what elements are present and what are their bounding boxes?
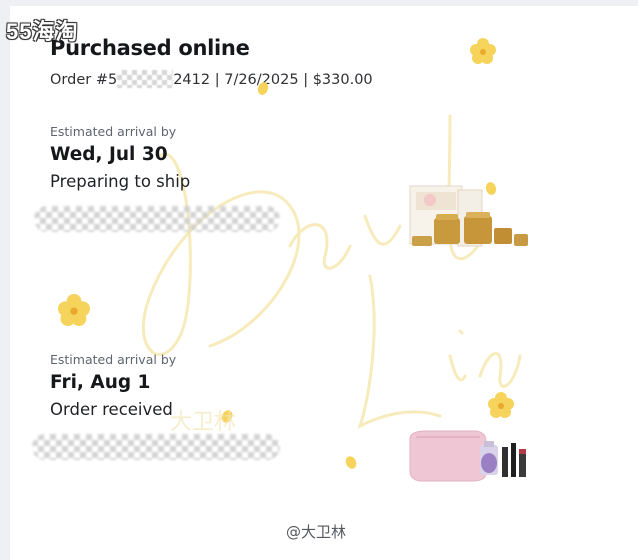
estimate-label: Estimated arrival by <box>50 352 177 367</box>
makeup-pouch-set-image[interactable] <box>406 420 534 490</box>
shipment-status: Preparing to ship <box>50 172 191 191</box>
separator: | <box>303 72 309 88</box>
redacted-address <box>34 206 280 232</box>
flower-sticker-icon <box>488 392 514 418</box>
redacted-order-digits <box>117 70 174 88</box>
flower-sticker-icon <box>58 294 90 326</box>
order-card: Purchased online Order #5 2412 | 7/26/202… <box>10 6 638 560</box>
order-number-suffix: 2412 <box>173 72 211 88</box>
order-summary: Order #5 2412 | 7/26/2025 | $330.00 <box>50 70 373 88</box>
separator: | <box>214 72 220 88</box>
petal-icon <box>343 454 359 471</box>
site-watermark: 55海淘 <box>6 19 79 44</box>
lancome-skincare-set-image[interactable] <box>406 178 534 248</box>
order-total: $330.00 <box>312 72 373 88</box>
arrival-date: Fri, Aug 1 <box>50 372 151 393</box>
page-title: Purchased online <box>50 36 250 60</box>
shipment-status: Order received <box>50 400 173 419</box>
shipment-1[interactable]: Estimated arrival by Wed, Jul 30 Prepari… <box>50 124 190 191</box>
faint-watermark-text: 大卫林 <box>170 410 237 435</box>
arrival-date: Wed, Jul 30 <box>50 144 168 165</box>
order-number-prefix: Order #5 <box>50 72 118 88</box>
redacted-address <box>32 434 280 460</box>
flower-sticker-icon <box>470 38 496 64</box>
author-watermark: @大卫林 <box>286 523 347 541</box>
estimate-label: Estimated arrival by <box>50 124 177 139</box>
shipment-2[interactable]: Estimated arrival by Fri, Aug 1 Order re… <box>50 352 176 419</box>
